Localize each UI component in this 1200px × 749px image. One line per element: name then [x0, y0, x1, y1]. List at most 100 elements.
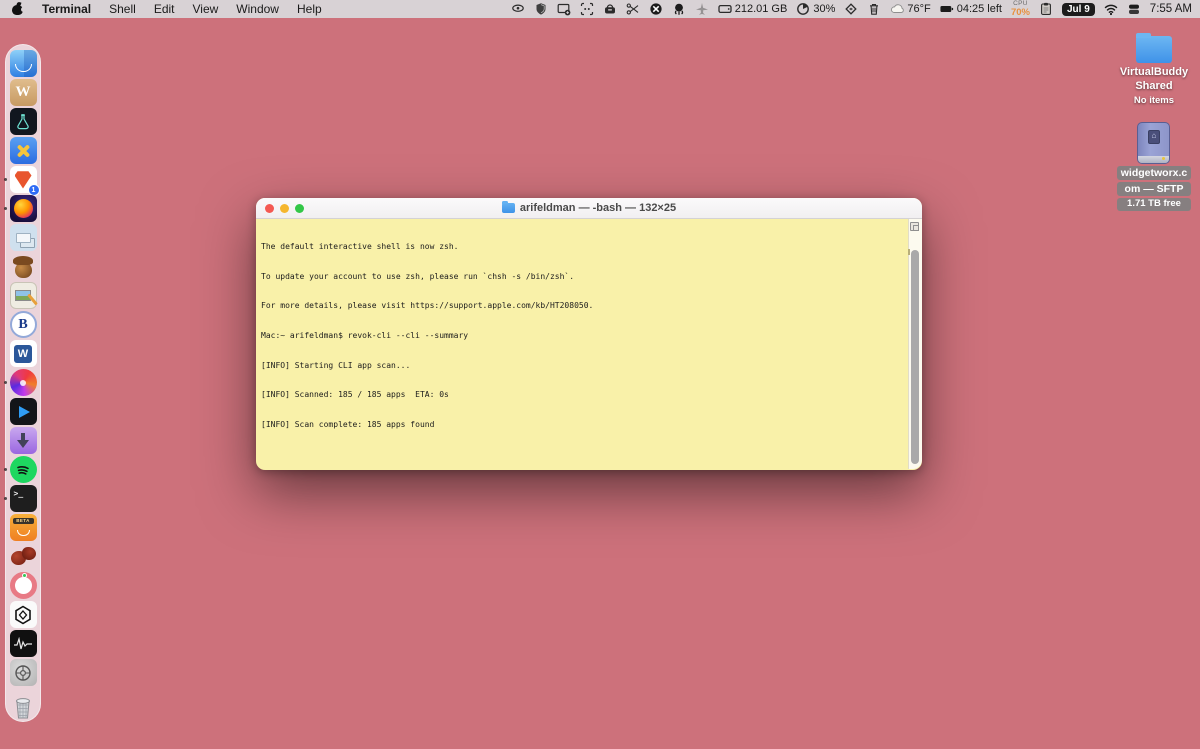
terminal-window: arifeldman — -bash — 132×25 The default …: [256, 198, 922, 470]
beta-band: BETA: [12, 517, 34, 524]
dock-trash[interactable]: [10, 694, 37, 721]
desktop-icon-widgetworx-sftp[interactable]: widgetworx.c om — SFTP 1.71 TB free: [1116, 114, 1192, 211]
terminal-line: The default interactive shell is now zsh…: [261, 241, 459, 251]
beta-smile-icon: [16, 530, 30, 536]
terminal-line: To update your account to use zsh, pleas…: [261, 271, 575, 281]
dock-waveform-app[interactable]: [9, 630, 37, 657]
eye-icon[interactable]: [511, 2, 525, 16]
terminal-line: Mac:~ arifeldman$ revok-cli --cli --summ…: [261, 330, 469, 340]
scrollbar-thumb[interactable]: [911, 250, 919, 464]
b-emblem-icon: B: [18, 316, 28, 332]
icon-label-line1: widgetworx.c: [1116, 165, 1192, 180]
dock-downloader[interactable]: [9, 427, 37, 454]
firefox-icon: [13, 199, 33, 218]
dock-settings-dial-app[interactable]: [9, 659, 37, 686]
terminal-line: [INFO] Scanned: 185 / 185 apps ETA: 0s: [261, 390, 449, 400]
scan-icon[interactable]: [580, 2, 594, 16]
stacked-displays-icon[interactable]: [1127, 2, 1141, 16]
window-plus-icon[interactable]: [557, 2, 571, 16]
dock-spotify[interactable]: [3, 456, 37, 483]
hexagon-icon: [15, 605, 31, 624]
dock-terminal[interactable]: >_: [3, 485, 37, 512]
clipboard-icon[interactable]: [1039, 2, 1053, 16]
trash-icon: [16, 697, 30, 718]
menu-shell[interactable]: Shell: [109, 2, 136, 16]
dock-painting-app[interactable]: [9, 282, 38, 309]
terminal-content[interactable]: The default interactive shell is now zsh…: [256, 219, 922, 469]
menubar: Terminal Shell Edit View Window Help 212…: [0, 0, 1200, 18]
bag-icon[interactable]: [603, 2, 617, 16]
icon-label-line2: Shared: [1135, 79, 1173, 92]
temp-value: 76°F: [907, 3, 931, 15]
cpu-value: 70%: [1010, 6, 1030, 18]
menubar-clock[interactable]: 7:55 AM: [1150, 3, 1192, 15]
external-drive-icon: [1137, 121, 1171, 164]
menu-view[interactable]: View: [193, 2, 219, 16]
terminal-icon: >_: [13, 489, 24, 498]
disk-value: 212.01 GB: [734, 3, 788, 15]
dock-finder[interactable]: [9, 50, 37, 77]
screenshots-icon: [15, 232, 31, 243]
terminal-titlebar[interactable]: arifeldman — -bash — 132×25: [256, 198, 922, 219]
diamond-arrows-icon[interactable]: [844, 2, 858, 16]
dock-boxing-app[interactable]: [10, 543, 37, 570]
pie-icon: [797, 3, 810, 15]
dock-tools-app[interactable]: [9, 137, 37, 164]
flask-icon: [17, 113, 29, 129]
scrollback-indicator[interactable]: [910, 222, 919, 231]
pie-status[interactable]: 30%: [796, 2, 835, 16]
trash-status-icon[interactable]: [867, 2, 881, 16]
dock-screenshots-app[interactable]: [9, 224, 37, 251]
folder-icon: [501, 201, 515, 213]
dock-journal-w[interactable]: W: [9, 79, 37, 106]
fan-icon[interactable]: [649, 2, 663, 16]
journal-w-icon: W: [15, 84, 31, 100]
record-ring-icon: [22, 573, 27, 578]
shield-icon[interactable]: [534, 2, 548, 16]
icon-sublabel: No items: [1133, 94, 1175, 106]
dock-flask-app[interactable]: [9, 108, 37, 135]
date-badge[interactable]: Jul 9: [1062, 2, 1095, 16]
menu-terminal[interactable]: Terminal: [42, 2, 91, 16]
scissors-icon[interactable]: [626, 2, 640, 16]
terminal-line: For more details, please visit https://s…: [261, 301, 594, 311]
waveform-icon: [14, 636, 32, 649]
menu-edit[interactable]: Edit: [154, 2, 175, 16]
battery-icon: [940, 6, 953, 12]
squid-icon[interactable]: [672, 2, 686, 16]
pie-value: 30%: [813, 3, 836, 15]
wifi-icon[interactable]: [1104, 2, 1118, 16]
settings-dial-icon: [15, 664, 31, 681]
minimize-button[interactable]: [280, 204, 289, 213]
play-icon: [19, 405, 30, 418]
battery-value: 04:25 left: [956, 3, 1002, 15]
dock-hexagon-app[interactable]: [9, 601, 37, 628]
close-button[interactable]: [265, 204, 274, 213]
folder-icon: [1135, 33, 1172, 63]
dock-beta-app[interactable]: BETA: [9, 514, 37, 541]
color-swirl-icon: [20, 379, 26, 386]
menu-help[interactable]: Help: [297, 2, 322, 16]
airplane-icon[interactable]: [695, 2, 709, 16]
scrollbar-track[interactable]: [908, 219, 922, 469]
dock-firefox[interactable]: [3, 195, 37, 222]
dock-video-player[interactable]: [9, 398, 37, 425]
dock-brave[interactable]: 1: [3, 166, 40, 196]
dock-b-emblem-app[interactable]: B: [9, 311, 37, 338]
dock-color-swirl-browser[interactable]: [3, 369, 37, 396]
desktop-icon-virtualbuddy-shared[interactable]: VirtualBuddy Shared No items: [1120, 33, 1188, 106]
battery-status[interactable]: 04:25 left: [940, 2, 1002, 16]
disk-status[interactable]: 212.01 GB: [718, 2, 788, 16]
dock-record-ring-app[interactable]: [9, 572, 37, 599]
dock-word[interactable]: W: [9, 340, 37, 367]
drive-icon: [718, 4, 732, 14]
apple-menu-icon[interactable]: [12, 1, 26, 16]
dock-acorn[interactable]: [10, 253, 37, 280]
weather-status[interactable]: 76°F: [890, 2, 931, 16]
cpu-status[interactable]: CPU 70%: [1010, 0, 1030, 18]
icon-label-line2: om — SFTP: [1116, 181, 1192, 196]
zoom-button[interactable]: [295, 204, 304, 213]
window-title: arifeldman — -bash — 132×25: [519, 202, 677, 214]
menu-window[interactable]: Window: [236, 2, 279, 16]
